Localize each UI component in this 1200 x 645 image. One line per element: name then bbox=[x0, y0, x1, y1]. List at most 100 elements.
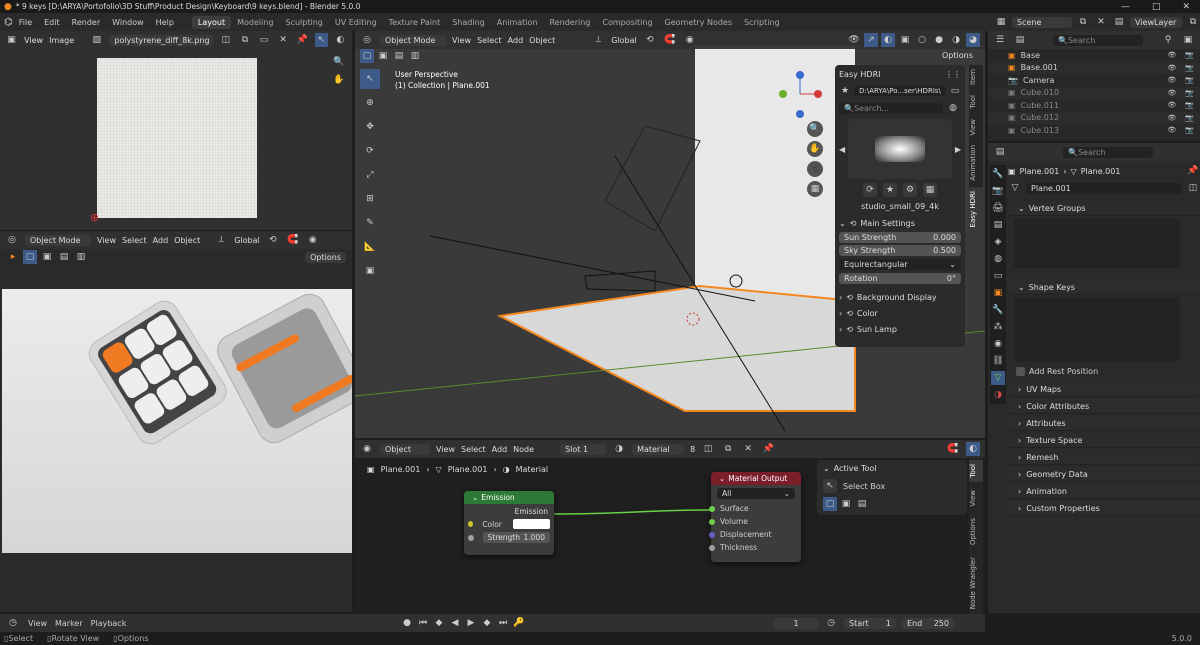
shape-keys-list[interactable] bbox=[1014, 297, 1180, 361]
overlay-icon[interactable]: ◐ bbox=[334, 33, 347, 47]
measure-tool-icon[interactable]: 📐 bbox=[360, 237, 380, 257]
tab-node-wrangler[interactable]: Node Wrangler bbox=[969, 553, 983, 613]
tool-tab-icon[interactable]: 🔧 bbox=[991, 167, 1005, 181]
refresh-icon[interactable]: ⟳ bbox=[863, 183, 877, 197]
select-extend-icon[interactable]: ▣ bbox=[839, 497, 853, 511]
orientation-icon[interactable]: ⟂ bbox=[591, 33, 605, 47]
menu-file[interactable]: File bbox=[19, 18, 32, 27]
properties-search[interactable]: 🔍 Search bbox=[1063, 146, 1153, 158]
favorite-icon[interactable]: ★ bbox=[839, 84, 851, 98]
color-section[interactable]: › ⟲ Color bbox=[839, 309, 961, 318]
data-tab-icon[interactable]: ▽ bbox=[991, 371, 1005, 385]
select-subtract-icon[interactable]: ▤ bbox=[392, 49, 406, 63]
select-subtract-icon[interactable]: ▤ bbox=[855, 497, 869, 511]
color-socket[interactable] bbox=[468, 521, 474, 527]
outliner-item[interactable]: ▣ Cube.013 👁 📷 bbox=[988, 124, 1200, 137]
color-input[interactable]: Color bbox=[464, 518, 554, 530]
record-icon[interactable]: ● bbox=[400, 616, 414, 630]
section-attributes[interactable]: › Attributes bbox=[1008, 416, 1200, 431]
pin-icon[interactable]: 📌 bbox=[296, 33, 309, 47]
minimize-icon[interactable]: — bbox=[1121, 2, 1130, 12]
hdri-preview[interactable] bbox=[848, 119, 952, 179]
maximize-icon[interactable]: □ bbox=[1152, 2, 1161, 12]
editor-type-icon[interactable]: ◷ bbox=[6, 616, 20, 630]
settings-gear-icon[interactable]: ⚙ bbox=[903, 183, 917, 197]
outliner-item[interactable]: ▣ Base 👁 📷 bbox=[988, 49, 1200, 62]
orientation-selector[interactable]: Global bbox=[234, 236, 260, 245]
scale-tool-icon[interactable]: ⤢ bbox=[360, 165, 380, 185]
view-layer-icon[interactable]: ▤ bbox=[1112, 15, 1126, 29]
menu-view[interactable]: View bbox=[97, 236, 116, 245]
new-scene-icon[interactable]: ⧉ bbox=[1076, 15, 1090, 29]
shield-icon[interactable]: ◫ bbox=[1186, 181, 1200, 195]
jump-start-icon[interactable]: ⏮ bbox=[416, 616, 430, 630]
displacement-input[interactable]: Displacement bbox=[709, 528, 801, 541]
outliner-item[interactable]: ▣ Cube.012 👁 📷 bbox=[988, 111, 1200, 124]
add-cube-tool-icon[interactable]: ▣ bbox=[360, 261, 380, 281]
current-frame-field[interactable]: 1 bbox=[774, 617, 818, 629]
constraints-tab-icon[interactable]: ⛓ bbox=[991, 354, 1005, 368]
gizmo-icon[interactable]: ↗ bbox=[864, 33, 878, 47]
color-swatch[interactable] bbox=[512, 519, 550, 529]
checker-icon[interactable]: ▦ bbox=[923, 183, 937, 197]
scene-tab-icon[interactable]: ◈ bbox=[991, 235, 1005, 249]
options-button[interactable]: Options bbox=[305, 251, 346, 263]
end-frame-field[interactable]: End 250 bbox=[902, 617, 954, 629]
hdri-globe-icon[interactable]: ◍ bbox=[946, 101, 960, 115]
tool-icon[interactable]: ▸ bbox=[6, 250, 20, 264]
outliner-item[interactable]: ▣ Base.001 👁 📷 bbox=[988, 61, 1200, 74]
section-vertex-groups[interactable]: ⌄ Vertex Groups bbox=[1008, 201, 1200, 216]
eye-icon[interactable]: 👁 bbox=[1167, 101, 1176, 109]
hdri-search-field[interactable]: 🔍 Search... bbox=[839, 102, 943, 114]
mode-selector[interactable]: Object Mode bbox=[25, 234, 91, 246]
shading-rendered-icon[interactable]: ◕ bbox=[966, 33, 980, 47]
vertex-groups-list[interactable] bbox=[1014, 218, 1180, 268]
collection-tab-icon[interactable]: ▭ bbox=[991, 269, 1005, 283]
render-camera-icon[interactable]: 📷 bbox=[1185, 114, 1194, 122]
pan-hand-icon[interactable]: ✋ bbox=[807, 141, 823, 157]
outliner-item[interactable]: ▣ Cube.011 👁 📷 bbox=[988, 99, 1200, 112]
shading-solid-icon[interactable]: ● bbox=[932, 33, 946, 47]
menu-render[interactable]: Render bbox=[72, 18, 100, 27]
tab-texture-paint[interactable]: Texture Paint bbox=[383, 16, 447, 29]
jump-end-icon[interactable]: ⏭ bbox=[496, 616, 510, 630]
tab-layout[interactable]: Layout bbox=[191, 15, 232, 29]
menu-image[interactable]: Image bbox=[49, 36, 74, 45]
render-camera-icon[interactable]: 📷 bbox=[1185, 51, 1194, 59]
physics-tab-icon[interactable]: ◉ bbox=[991, 337, 1005, 351]
cursor-tool-icon[interactable]: ⊕ bbox=[360, 93, 380, 113]
section-texture-space[interactable]: › Texture Space bbox=[1008, 433, 1200, 448]
prev-hdri-icon[interactable]: ◀ bbox=[839, 145, 845, 154]
select-invert-icon[interactable]: ▥ bbox=[74, 250, 88, 264]
close-icon[interactable]: ✕ bbox=[1182, 2, 1190, 12]
section-shape-keys[interactable]: ⌄ Shape Keys bbox=[1008, 280, 1200, 295]
select-invert-icon[interactable]: ▥ bbox=[408, 49, 422, 63]
mode-selector[interactable]: Object Mode bbox=[380, 34, 446, 46]
emission-output[interactable]: Emission bbox=[464, 504, 554, 518]
tab-shading[interactable]: Shading bbox=[446, 16, 491, 29]
menu-window[interactable]: Window bbox=[112, 18, 144, 27]
strength-input[interactable]: Strength 1.000 bbox=[464, 530, 554, 545]
shading-wire-icon[interactable]: ○ bbox=[915, 33, 929, 47]
select-new-icon[interactable]: ▢ bbox=[23, 250, 37, 264]
snap-icon[interactable]: 🧲 bbox=[286, 233, 300, 247]
navigation-gizmo[interactable] bbox=[775, 69, 825, 119]
editor-type-icon[interactable]: ☰ bbox=[993, 33, 1007, 47]
pivot-icon[interactable]: ⟲ bbox=[266, 233, 280, 247]
editor-type-icon[interactable]: ▤ bbox=[993, 145, 1007, 159]
world-tab-icon[interactable]: ◍ bbox=[991, 252, 1005, 266]
tab-item[interactable]: Item bbox=[969, 65, 983, 89]
pivot-icon[interactable]: ⟲ bbox=[643, 33, 657, 47]
checkbox[interactable] bbox=[1016, 367, 1025, 376]
tab-animation[interactable]: Animation bbox=[969, 141, 983, 185]
render-camera-icon[interactable]: 📷 bbox=[1185, 76, 1194, 84]
surface-input[interactable]: Surface bbox=[709, 502, 801, 515]
visibility-icon[interactable]: 👁 bbox=[847, 33, 861, 47]
filter-display-icon[interactable]: ▤ bbox=[1013, 33, 1027, 47]
shield-icon[interactable]: ◫ bbox=[219, 33, 232, 47]
blender-menu-icon[interactable]: ⌬ bbox=[4, 17, 13, 28]
overlay-icon[interactable]: ◐ bbox=[881, 33, 895, 47]
mesh-name-field[interactable]: Plane.001 bbox=[1026, 182, 1182, 194]
start-frame-field[interactable]: Start 1 bbox=[844, 617, 896, 629]
tab-view[interactable]: View bbox=[969, 115, 983, 140]
